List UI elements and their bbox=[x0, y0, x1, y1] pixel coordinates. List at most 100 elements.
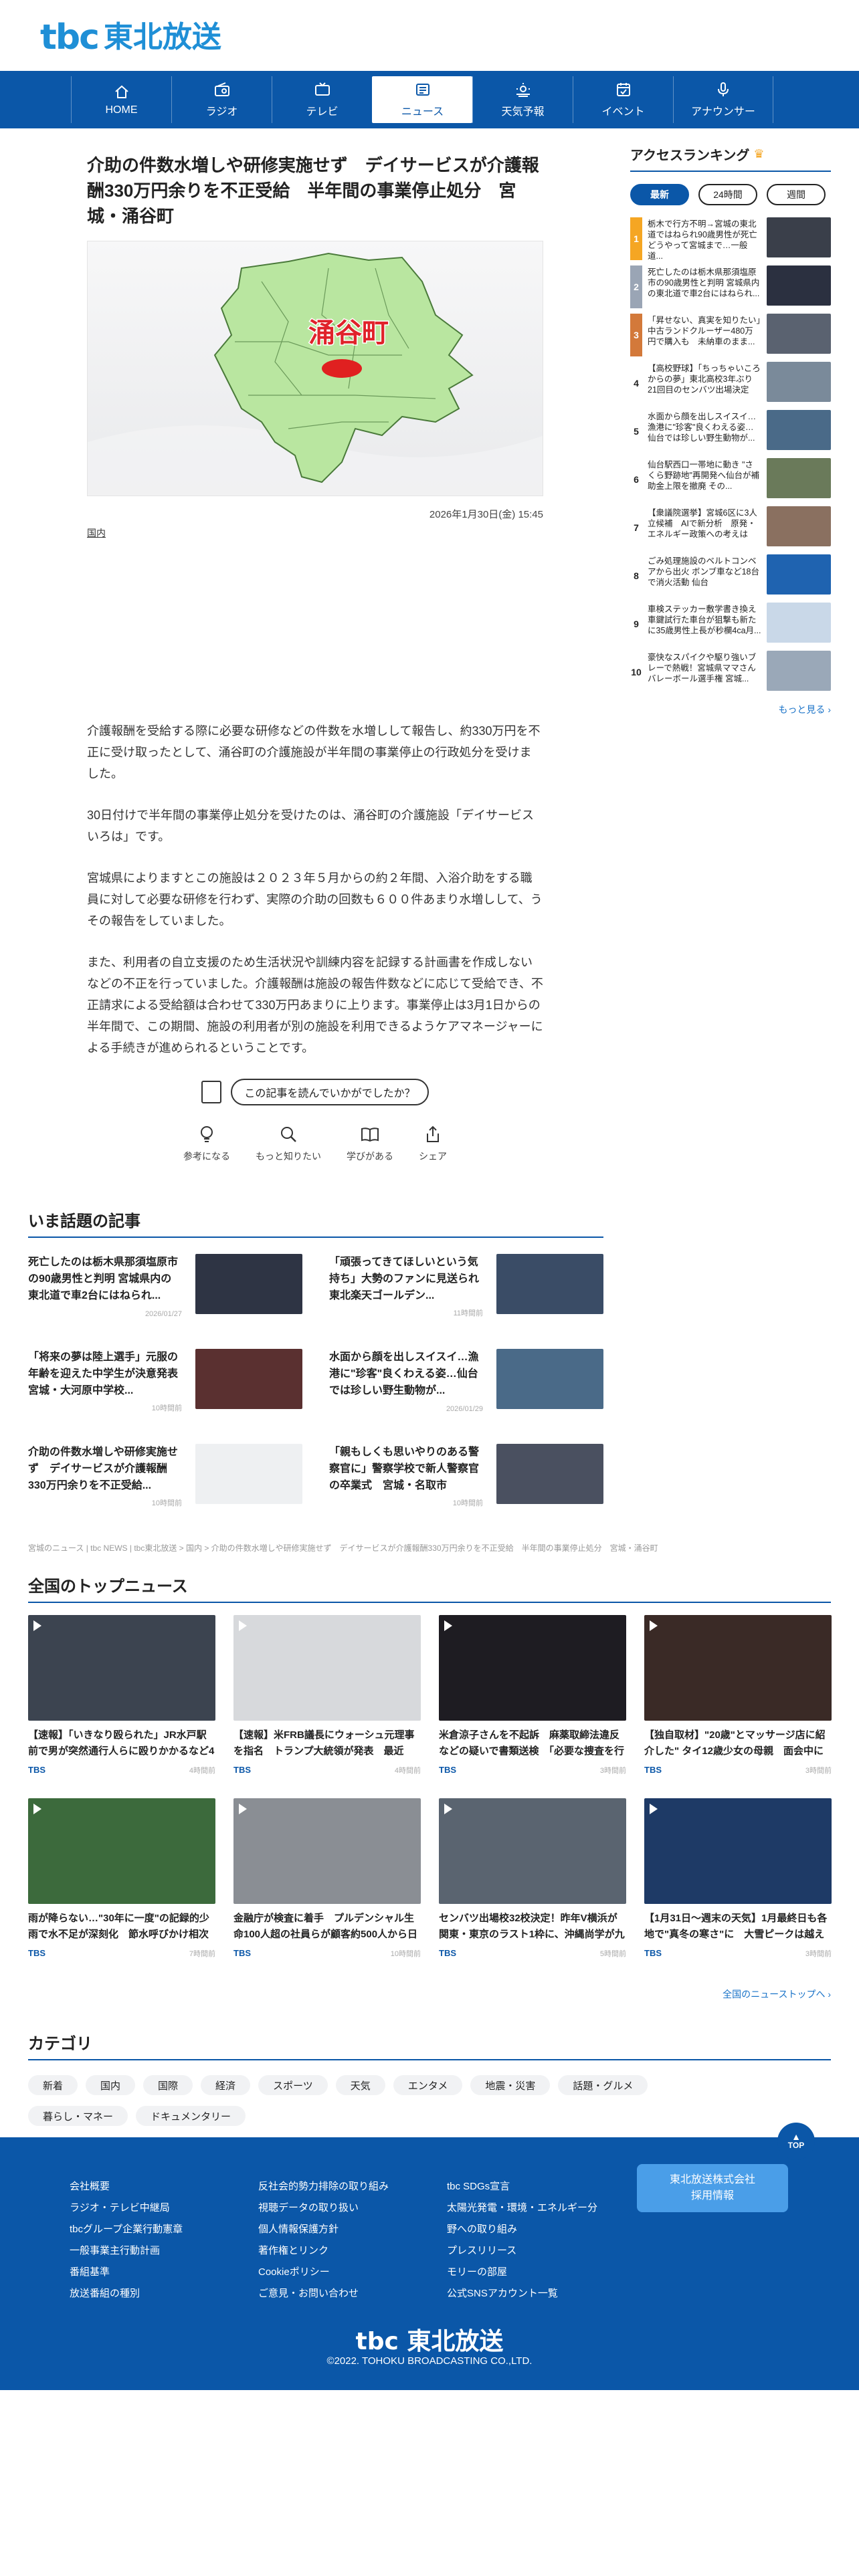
footer-link[interactable]: ラジオ・テレビ中継局 bbox=[70, 2197, 225, 2219]
play-icon bbox=[239, 1620, 247, 1631]
top-news-card[interactable]: 米倉涼子さんを不起訴 麻薬取締法違反などの疑いで書類送検 「必要な捜査を行った結… bbox=[439, 1615, 626, 1776]
nav-item-4[interactable]: 天気予報 bbox=[472, 76, 573, 123]
nav-item-6[interactable]: アナウンサー bbox=[673, 76, 773, 123]
back-to-top-button[interactable]: ▲ TOP bbox=[777, 2123, 815, 2160]
ranking-item[interactable]: 6 仙台駅西口一帯地に動き "さくら野跡地"再開発へ仙台が補助金上限を撤廃 その.… bbox=[630, 458, 831, 501]
trending-headline: 介助の件数水増しや研修実施せず デイサービスが介護報酬330万円余りを不正受給.… bbox=[28, 1446, 178, 1491]
footer-link[interactable]: 個人情報保護方針 bbox=[258, 2219, 413, 2240]
top-news-source: TBS bbox=[233, 1765, 251, 1775]
nav-item-3[interactable]: ニュース bbox=[372, 76, 472, 123]
tab-24h[interactable]: 24時間 bbox=[698, 184, 757, 205]
ranking-item[interactable]: 1 栃木で行方不明→宮城の東北道ではねられ90歳男性が死亡 どうやって宮城まで…一… bbox=[630, 217, 831, 260]
footer-link[interactable]: プレスリリース bbox=[447, 2240, 602, 2262]
trending-article[interactable]: 「将来の夢は陸上選手」元服の年齢を迎えた中学生が決意発表 宮城・大河原中学校..… bbox=[28, 1349, 302, 1413]
national-top-news: 全国のトップニュース 【速報】「いきなり殴られた」JR水戸駅前で男が突然通行人ら… bbox=[28, 1573, 832, 2000]
article-paragraph: 30日付けで半年間の事業停止処分を受けたのは、涌谷町の介護施設「デイサービスいろ… bbox=[87, 809, 535, 843]
ranking-item[interactable]: 7 【衆議院選挙】宮城6区に3人立候補 AIで新分析 原発・エネルギー政策への考え… bbox=[630, 506, 831, 549]
trending-article[interactable]: 水面から顔を出しスイスイ…漁港に"珍客"良くわえる姿…仙台では珍しい野生動物が.… bbox=[329, 1349, 603, 1413]
feedback-helpful-button[interactable]: 参考になる bbox=[183, 1124, 230, 1163]
footer-logo[interactable]: tbc 東北放送 bbox=[0, 2322, 859, 2357]
footer-link[interactable]: 放送番組の種別 bbox=[70, 2283, 225, 2304]
site-logo[interactable]: tbc 東北放送 bbox=[40, 20, 221, 55]
footer-link[interactable]: tbc SDGs宣言 bbox=[447, 2176, 602, 2197]
top-news-card[interactable]: センバツ出場校32校決定！昨年V横浜が関東・東京のラスト1枠に、沖縄尚学が九州5… bbox=[439, 1798, 626, 1959]
top-news-headline: 【1月31日～週末の天気】1月最終日も各地で"真冬の寒さ"に 大雪ピークは越えて… bbox=[644, 1913, 828, 1940]
category-pill[interactable]: 経済 bbox=[201, 2075, 251, 2095]
trending-article[interactable]: 介助の件数水増しや研修実施せず デイサービスが介護報酬330万円余りを不正受給.… bbox=[28, 1444, 302, 1508]
feedback-more-button[interactable]: もっと知りたい bbox=[256, 1124, 321, 1163]
nav-item-1[interactable]: ラジオ bbox=[171, 76, 272, 123]
recruit-button[interactable]: 東北放送株式会社 採用情報 bbox=[637, 2164, 788, 2212]
top-news-card[interactable]: 【速報】米FRB議長にウォーシュ元理事を指名 トランプ大統領が発表 最近は"積極… bbox=[233, 1615, 421, 1776]
article-category-link[interactable]: 国内 bbox=[87, 526, 106, 540]
article-date: 2026年1月30日(金) 15:45 bbox=[429, 509, 543, 520]
footer-link[interactable]: 太陽光発電・環境・エネルギー分野への取り組み bbox=[447, 2197, 602, 2240]
ranking-item[interactable]: 10 豪快なスパイクや駆り強いブレーで熱戦！宮城県ママさんバレーボール選手権 宮城… bbox=[630, 651, 831, 693]
category-pill[interactable]: 暮らし・マネー bbox=[28, 2106, 128, 2126]
category-pill[interactable]: 新着 bbox=[28, 2075, 78, 2095]
top-news-card[interactable]: 【速報】「いきなり殴られた」JR水戸駅前で男が突然通行人らに殴りかかるなど4人け… bbox=[28, 1615, 215, 1776]
ranking-item[interactable]: 2 死亡したのは栃木県那須塩原市の90歳男性と判明 宮城県内の東北道で車2台にはね… bbox=[630, 265, 831, 308]
trending-thumbnail bbox=[195, 1349, 302, 1409]
page-bottom-space bbox=[0, 2390, 859, 2576]
ranking-item[interactable]: 4 【高校野球】「ちっちゃいころからの夢」東北高校3年ぶり21回目のセンバツ出場決… bbox=[630, 362, 831, 405]
article-paragraph: また、利用者の自立支援のため生活状況や訓練内容を記録する計画書を作成しないなどの… bbox=[87, 956, 543, 1055]
nav-item-5[interactable]: イベント bbox=[573, 76, 673, 123]
tab-weekly[interactable]: 週間 bbox=[767, 184, 826, 205]
footer-link[interactable]: モリーの部屋 bbox=[447, 2262, 602, 2283]
top-news-headline: センバツ出場校32校決定！昨年V横浜が関東・東京のラスト1枠に、沖縄尚学が九州5… bbox=[439, 1913, 625, 1940]
trending-headline: 水面から顔を出しスイスイ…漁港に"珍客"良くわえる姿…仙台では珍しい野生動物が.… bbox=[329, 1352, 479, 1396]
trending-article[interactable]: 死亡したのは栃木県那須塩原市の90歳男性と判明 宮城県内の東北道で車2台にはねら… bbox=[28, 1254, 302, 1318]
ranking-item[interactable]: 3 「昇せない、真実を知りたい」中古ランドクルーザー480万円で購入も 未納車のま… bbox=[630, 314, 831, 356]
top-news-card[interactable]: 雨が降らない…"30年に一度"の記録的少雨で水不足が深刻化 節水呼びかけ相次ぐ … bbox=[28, 1798, 215, 1959]
footer-link[interactable]: 著作権とリンク bbox=[258, 2240, 413, 2262]
ranking-item[interactable]: 9 車検ステッカー敷学書き換え車鍵試行た車台が狙撃も新たに35歳男性上長が秒欄4c… bbox=[630, 603, 831, 645]
footer-link[interactable]: tbcグループ企業行動憲章 bbox=[70, 2219, 225, 2240]
footer-link[interactable]: 公式SNSアカウント一覧 bbox=[447, 2283, 602, 2304]
rank-thumbnail bbox=[767, 603, 831, 643]
category-pill[interactable]: 天気 bbox=[335, 2075, 385, 2095]
ranking-more-link[interactable]: もっと見る › bbox=[630, 703, 831, 716]
category-pill[interactable]: 話題・グルメ bbox=[558, 2075, 648, 2095]
footer-link[interactable]: Cookieポリシー bbox=[258, 2262, 413, 2283]
top-news-card[interactable]: 【独自取材】"20歳"とマッサージ店に紹介した" タイ12歳少女の母親 面会中に… bbox=[644, 1615, 832, 1776]
feedback-learn-button[interactable]: 学びがある bbox=[347, 1124, 393, 1163]
share-button[interactable]: シェア bbox=[419, 1124, 447, 1163]
category-pill[interactable]: 国際 bbox=[143, 2075, 193, 2095]
top-news-time: 3時間前 bbox=[805, 1950, 832, 1958]
trending-article[interactable]: 「親もしくも思いやりのある警察官に」警察学校で新人警察官の卒業式 宮城・名取市 1… bbox=[329, 1444, 603, 1508]
ranking-item[interactable]: 5 水面から顔を出しスイスイ…漁港に"珍客"良くわえる姿…仙台では珍しい野生動物が… bbox=[630, 410, 831, 453]
footer-link[interactable]: 一般事業主行動計画 bbox=[70, 2240, 225, 2262]
footer-link[interactable]: ご意見・お問い合わせ bbox=[258, 2283, 413, 2304]
trending-headline: 「将来の夢は陸上選手」元服の年齢を迎えた中学生が決意発表 宮城・大河原中学校..… bbox=[28, 1352, 189, 1396]
trending-text: 介助の件数水増しや研修実施せず デイサービスが介護報酬330万円余りを不正受給.… bbox=[28, 1444, 182, 1508]
page: tbc 東北放送 HOME ラジオ テレビ ニュース 天気予報 イベント アナウンサー 介助… bbox=[0, 0, 859, 2576]
ranking-title-text: アクセスランキング bbox=[630, 148, 750, 163]
home-icon bbox=[114, 85, 128, 98]
footer-link[interactable]: 番組基準 bbox=[70, 2262, 225, 2283]
miyagi-map-image: 涌谷町 bbox=[88, 241, 543, 496]
footer-link[interactable]: 反社会的勢力排除の取り組み bbox=[258, 2176, 413, 2197]
nav-item-0[interactable]: HOME bbox=[71, 76, 171, 123]
magnifier-icon bbox=[281, 1127, 296, 1142]
ranking-item[interactable]: 8 ごみ処理施設のベルトコンベアから出火 ボンブ車など18台で消火活動 仙台 bbox=[630, 554, 831, 597]
category-pill[interactable]: エンタメ bbox=[393, 2075, 463, 2095]
category-pill[interactable]: ドキュメンタリー bbox=[136, 2106, 246, 2126]
nav-label: 天気予報 bbox=[501, 106, 545, 118]
rank-number: 6 bbox=[634, 474, 639, 485]
trending-title: いま話題の記事 bbox=[28, 1208, 603, 1238]
tab-latest[interactable]: 最新 bbox=[630, 184, 689, 205]
footer-link[interactable]: 会社概要 bbox=[70, 2176, 225, 2197]
top-news-meta: TBS 5時間前 bbox=[439, 1948, 626, 1959]
nav-item-2[interactable]: テレビ bbox=[272, 76, 372, 123]
all-news-link[interactable]: 全国のニューストップへ › bbox=[723, 1988, 831, 2001]
category-pill[interactable]: スポーツ bbox=[258, 2075, 328, 2095]
top-news-card[interactable]: 【1月31日～週末の天気】1月最終日も各地で"真冬の寒さ"に 大雪ピークは越えて… bbox=[644, 1798, 832, 1959]
category-pill[interactable]: 国内 bbox=[86, 2075, 136, 2095]
weather-icon bbox=[516, 83, 530, 97]
top-news-card[interactable]: 金融庁が検査に着手 プルデンシャル生命100人超の社員らが顧客約500人から日額… bbox=[233, 1798, 421, 1959]
trending-article[interactable]: 「頑張ってきてほしいという気持ち」大勢のファンに見送られ 東北楽天ゴールデン..… bbox=[329, 1254, 603, 1318]
footer-link[interactable]: 視聴データの取り扱い bbox=[258, 2197, 413, 2219]
play-icon bbox=[33, 1804, 41, 1814]
category-pill[interactable]: 地震・災害 bbox=[470, 2075, 551, 2095]
